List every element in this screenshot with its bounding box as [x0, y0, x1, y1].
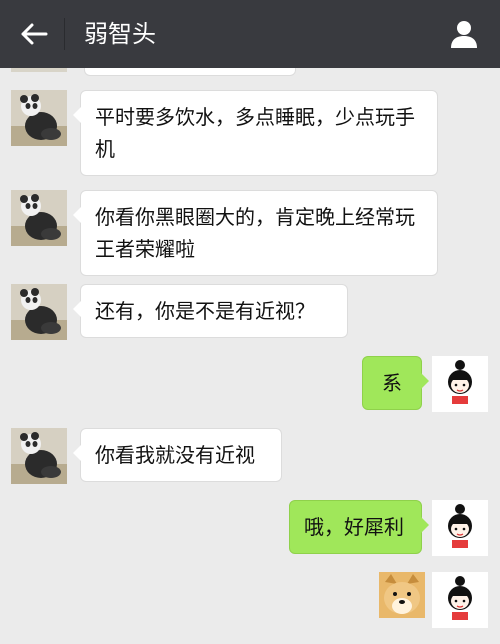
- panda-avatar[interactable]: [11, 190, 67, 246]
- message-bubble[interactable]: 你看你黑眼圈大的，肯定晚上经常玩王者荣耀啦: [73, 190, 438, 276]
- girl-avatar[interactable]: [432, 500, 488, 556]
- chat-title: 弱智头: [84, 20, 156, 48]
- message-bubble[interactable]: 还有，你是不是有近视？: [73, 284, 348, 338]
- back-arrow-icon: [21, 23, 48, 45]
- message-bubble[interactable]: 哦，好犀利: [289, 500, 429, 554]
- back-button[interactable]: [14, 16, 54, 52]
- panda-avatar: [11, 68, 67, 72]
- contact-info-button[interactable]: [444, 14, 484, 54]
- girl-avatar[interactable]: [432, 572, 488, 628]
- chat-area[interactable]: 平时要多饮水，多点睡眠，少点玩手机 你看你黑眼圈大的，肯定晚上经常玩王者荣耀啦: [0, 68, 500, 644]
- message-bubble[interactable]: 你看我就没有近视: [73, 428, 282, 482]
- panda-avatar[interactable]: [11, 90, 67, 146]
- panda-avatar[interactable]: [11, 284, 67, 340]
- header-divider: [64, 18, 65, 50]
- message-bubble[interactable]: 平时要多饮水，多点睡眠，少点玩手机: [73, 90, 438, 176]
- girl-avatar[interactable]: [432, 356, 488, 412]
- person-icon: [451, 21, 477, 48]
- panda-avatar[interactable]: [11, 428, 67, 484]
- top-bar: 弱智头: [0, 0, 500, 68]
- message-bubble[interactable]: 系: [362, 356, 429, 410]
- doge-sticker[interactable]: [379, 572, 425, 618]
- partial-message: [84, 68, 296, 76]
